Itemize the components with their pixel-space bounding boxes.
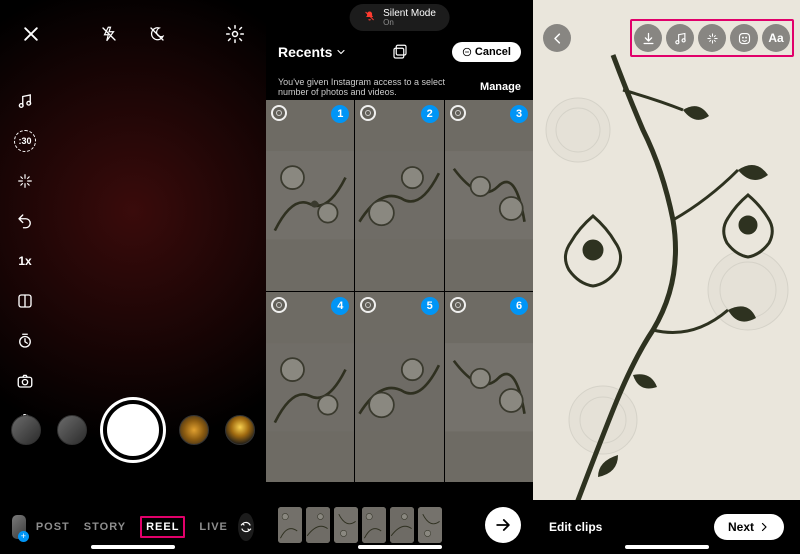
access-message: You've given Instagram access to a selec…	[266, 74, 533, 100]
camera-top-bar	[0, 16, 266, 52]
clip-thumb[interactable]	[418, 507, 442, 543]
camera-screen: :30 1x + POST STORY REEL LIVE	[0, 0, 266, 554]
editor-canvas	[533, 0, 800, 554]
edit-clips-button[interactable]: Edit clips	[549, 520, 602, 534]
manage-button[interactable]: Manage	[480, 81, 521, 93]
media-cell[interactable]: 1	[266, 100, 354, 291]
multi-select-icon[interactable]	[391, 43, 409, 61]
time-limit-icon[interactable]: :30	[14, 130, 36, 152]
layout-icon[interactable]	[14, 290, 36, 312]
editor-screen: Aa Edit clips Next	[533, 0, 800, 554]
select-ring-icon	[271, 297, 287, 313]
flash-off-icon[interactable]	[96, 21, 122, 47]
effect-thumb[interactable]	[179, 415, 209, 445]
selection-badge: 4	[331, 297, 349, 315]
shutter-row	[0, 400, 266, 460]
clip-thumb[interactable]	[362, 507, 386, 543]
effect-thumb[interactable]	[11, 415, 41, 445]
mode-switcher[interactable]: POST STORY REEL LIVE	[36, 516, 228, 538]
media-grid: 1 2 3 4 5 6	[266, 100, 533, 482]
effect-thumb[interactable]	[225, 415, 255, 445]
bell-off-icon	[363, 10, 375, 25]
media-cell[interactable]: 2	[355, 100, 443, 291]
selection-badge: 5	[421, 297, 439, 315]
home-indicator	[91, 545, 175, 549]
text-icon[interactable]: Aa	[762, 24, 790, 52]
silent-subtitle: On	[383, 18, 436, 27]
clip-thumb[interactable]	[390, 507, 414, 543]
editor-tools: Aa	[634, 24, 790, 52]
home-indicator	[358, 545, 442, 549]
settings-icon[interactable]	[222, 21, 248, 47]
clip-thumb[interactable]	[306, 507, 330, 543]
album-dropdown[interactable]: Recents	[278, 44, 347, 60]
gallery-thumbnail[interactable]: +	[12, 515, 26, 539]
mode-live[interactable]: LIVE	[199, 521, 227, 533]
clip-thumb[interactable]	[278, 507, 302, 543]
back-icon[interactable]	[543, 24, 571, 52]
mode-post[interactable]: POST	[36, 521, 70, 533]
sticker-icon[interactable]	[730, 24, 758, 52]
music-icon[interactable]	[14, 90, 36, 112]
viewfinder	[0, 0, 266, 469]
swap-camera-icon[interactable]	[238, 513, 254, 541]
selection-badge: 3	[510, 105, 528, 123]
camera-icon[interactable]	[14, 370, 36, 392]
camera-left-rail: :30 1x	[14, 90, 36, 432]
sparkle-icon[interactable]	[14, 170, 36, 192]
selection-badge: 2	[421, 105, 439, 123]
selection-badge: 6	[510, 297, 528, 315]
undo-icon[interactable]	[14, 210, 36, 232]
next-arrow-button[interactable]	[485, 507, 521, 543]
timer-icon[interactable]	[14, 330, 36, 352]
effect-thumb[interactable]	[57, 415, 87, 445]
silent-mode-indicator: Silent Mode On	[349, 4, 450, 31]
sparkle-icon[interactable]	[698, 24, 726, 52]
next-button[interactable]: Next	[714, 514, 784, 540]
cancel-button[interactable]: Cancel	[452, 42, 521, 62]
plus-icon: +	[18, 531, 29, 542]
select-ring-icon	[271, 105, 287, 121]
speed-selector[interactable]: 1x	[14, 250, 36, 272]
night-off-icon[interactable]	[144, 21, 170, 47]
media-cell[interactable]: 4	[266, 292, 354, 483]
music-icon[interactable]	[666, 24, 694, 52]
download-icon[interactable]	[634, 24, 662, 52]
picker-header: Recents Cancel	[266, 42, 533, 62]
editor-top-bar: Aa	[543, 24, 790, 52]
select-ring-icon	[450, 297, 466, 313]
close-icon[interactable]	[18, 21, 44, 47]
home-indicator	[625, 545, 709, 549]
select-ring-icon	[450, 105, 466, 121]
shutter-button[interactable]	[103, 400, 163, 460]
media-cell[interactable]: 5	[355, 292, 443, 483]
media-cell[interactable]: 6	[445, 292, 533, 483]
mode-reel[interactable]: REEL	[146, 521, 179, 533]
clip-thumb[interactable]	[334, 507, 358, 543]
picker-screen: Silent Mode On Recents Cancel You've giv…	[266, 0, 533, 554]
select-ring-icon	[360, 297, 376, 313]
mode-story[interactable]: STORY	[84, 521, 126, 533]
media-cell[interactable]: 3	[445, 100, 533, 291]
